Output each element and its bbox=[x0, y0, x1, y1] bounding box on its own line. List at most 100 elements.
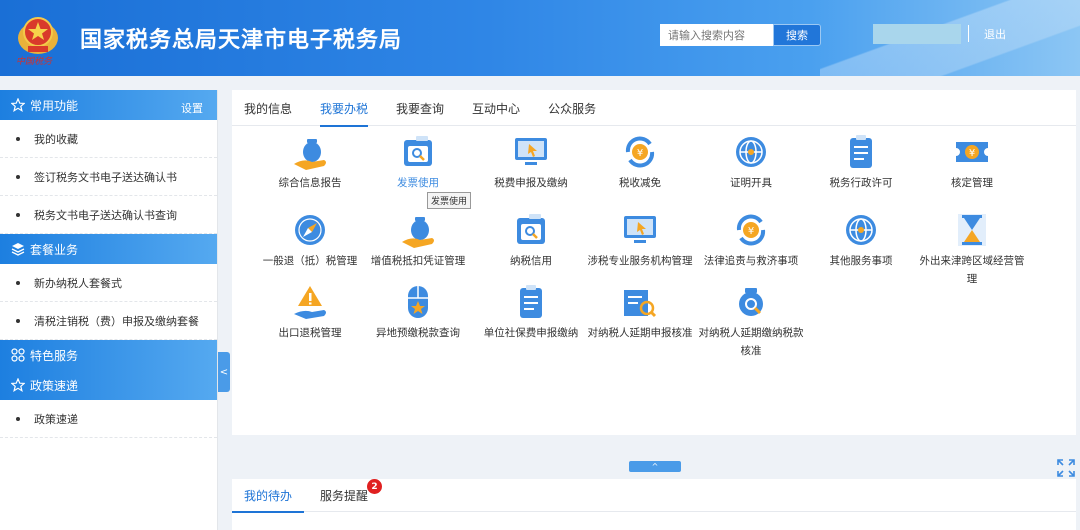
settings-link[interactable]: 设置 bbox=[181, 100, 203, 116]
sidebar-item-new-taxpayer[interactable]: 新办纳税人套餐式 bbox=[0, 264, 217, 302]
sidebar-section-common[interactable]: 常用功能 设置 bbox=[0, 90, 217, 120]
site-title: 国家税务总局天津市电子税务局 bbox=[80, 28, 403, 53]
sidebar-item-label: 税务文书电子送达确认书查询 bbox=[34, 208, 177, 222]
sidebar-section-title: 政策速递 bbox=[30, 378, 79, 393]
warning-hand-icon bbox=[294, 286, 326, 319]
function-label: 税费申报及缴纳 bbox=[494, 177, 568, 189]
search-input[interactable] bbox=[660, 24, 773, 46]
sidebar: 常用功能 设置 我的收藏 签订税务文书电子送达确认书 税务文书电子送达确认书查询… bbox=[0, 90, 218, 530]
tab-tax-handling[interactable]: 我要办税 bbox=[320, 90, 369, 127]
globe-icon bbox=[736, 137, 766, 167]
function-label: 单位社保费申报缴纳 bbox=[483, 327, 579, 339]
tab-interaction[interactable]: 互动中心 bbox=[472, 90, 520, 126]
money-bag-hand-icon bbox=[402, 217, 434, 248]
expand-button[interactable]: ^ bbox=[629, 461, 681, 472]
hourglass-icon bbox=[958, 214, 986, 246]
function-tile[interactable]: 综合信息报告 bbox=[254, 128, 366, 192]
star-icon bbox=[10, 98, 25, 113]
function-tile[interactable]: 发票使用 bbox=[362, 128, 474, 192]
layers-icon bbox=[10, 242, 25, 257]
function-label: 税务行政许可 bbox=[829, 177, 893, 189]
function-tile[interactable]: ¥ 核定管理 bbox=[916, 128, 1028, 192]
search-button[interactable]: 搜索 bbox=[773, 24, 821, 46]
star-icon bbox=[10, 378, 25, 393]
bullet-icon bbox=[16, 280, 20, 285]
bullet-icon bbox=[16, 136, 20, 141]
sidebar-item-favorites[interactable]: 我的收藏 bbox=[0, 120, 217, 158]
bullet-icon bbox=[16, 212, 20, 217]
function-label: 证明开具 bbox=[730, 177, 772, 189]
sidebar-item-label: 新办纳税人套餐式 bbox=[34, 276, 122, 290]
sidebar-section-packages[interactable]: 套餐业务 bbox=[0, 234, 217, 264]
monitor-cursor-icon bbox=[515, 138, 547, 165]
fullscreen-icon[interactable] bbox=[1057, 459, 1075, 477]
function-label: 一般退（抵）税管理 bbox=[262, 255, 358, 267]
user-name-box[interactable] bbox=[873, 24, 961, 44]
function-tile[interactable]: 其他服务事项 bbox=[805, 206, 917, 270]
tax-emblem-icon[interactable] bbox=[14, 8, 62, 58]
function-tile[interactable]: 单位社保费申报缴纳 bbox=[475, 278, 587, 342]
function-label: 税收减免 bbox=[619, 177, 661, 189]
compass-icon bbox=[295, 215, 325, 245]
svg-text:¥: ¥ bbox=[748, 226, 754, 237]
sidebar-item-policy[interactable]: 政策速递 bbox=[0, 400, 217, 438]
yuan-refresh-icon: ¥ bbox=[736, 214, 766, 246]
bullet-icon bbox=[16, 318, 20, 323]
sidebar-section-title: 套餐业务 bbox=[30, 242, 79, 257]
function-tile[interactable]: 证明开具 bbox=[695, 128, 807, 192]
globe-icon bbox=[846, 215, 876, 245]
function-tile[interactable]: 增值税抵扣凭证管理 bbox=[362, 206, 474, 270]
sidebar-item-label: 政策速递 bbox=[34, 412, 78, 426]
yuan-refresh-icon: ¥ bbox=[625, 136, 655, 168]
function-label: 其他服务事项 bbox=[829, 255, 893, 267]
function-tile[interactable]: 异地预缴税款查询 bbox=[362, 278, 474, 342]
function-label: 对纳税人延期缴纳税款核准 bbox=[698, 327, 804, 357]
function-tile[interactable]: 一般退（抵）税管理 bbox=[254, 206, 366, 270]
function-label: 对纳税人延期申报核准 bbox=[587, 327, 693, 339]
sidebar-item-query-confirmation[interactable]: 税务文书电子送达确认书查询 bbox=[0, 196, 217, 234]
sidebar-item-label: 我的收藏 bbox=[34, 132, 78, 146]
function-label: 出口退税管理 bbox=[278, 327, 342, 339]
logout-link[interactable]: 退出 bbox=[984, 26, 1006, 42]
sidebar-section-title: 特色服务 bbox=[30, 348, 79, 363]
main-tabs: 我的信息 我要办税 我要查询 互动中心 公众服务 bbox=[232, 90, 1076, 127]
function-tile[interactable]: 税务行政许可 bbox=[805, 128, 917, 192]
tab-public-service[interactable]: 公众服务 bbox=[548, 90, 596, 126]
function-tile[interactable]: ¥ 税收减免 bbox=[584, 128, 696, 192]
function-tile[interactable]: 纳税信用 bbox=[475, 206, 587, 270]
sidebar-collapse-button[interactable]: < bbox=[218, 352, 230, 392]
site-header: 中国税务 国家税务总局天津市电子税务局 搜索 退出 bbox=[0, 0, 1080, 76]
sidebar-item-deregistration[interactable]: 清税注销税（费）申报及缴纳套餐 bbox=[0, 302, 217, 340]
mouse-star-icon bbox=[408, 286, 428, 318]
bullet-icon bbox=[16, 174, 20, 179]
function-tile[interactable]: 对纳税人延期申报核准 bbox=[584, 278, 696, 342]
reminder-count-badge: 2 bbox=[367, 479, 383, 494]
function-tile[interactable]: 出口退税管理 bbox=[254, 278, 366, 342]
bullet-icon bbox=[16, 416, 20, 421]
tab-service-reminder[interactable]: 服务提醒 2 bbox=[320, 479, 383, 512]
function-label: 综合信息报告 bbox=[278, 177, 342, 189]
sidebar-item-label: 清税注销税（费）申报及缴纳套餐 bbox=[34, 314, 199, 328]
invoice-search-icon bbox=[517, 214, 545, 244]
function-tile[interactable]: 税费申报及缴纳 bbox=[475, 128, 587, 192]
function-label: 法律追责与救济事项 bbox=[703, 255, 799, 267]
document-search-icon bbox=[624, 290, 657, 318]
function-tile[interactable]: 外出来津跨区域经营管理 bbox=[916, 206, 1028, 288]
function-tile[interactable]: 对纳税人延期缴纳税款核准 bbox=[695, 278, 807, 360]
sidebar-item-sign-confirmation[interactable]: 签订税务文书电子送达确认书 bbox=[0, 158, 217, 196]
svg-text:¥: ¥ bbox=[637, 148, 643, 159]
function-tile[interactable]: ¥ 法律追责与救济事项 bbox=[695, 206, 807, 270]
tab-query[interactable]: 我要查询 bbox=[396, 90, 444, 126]
tab-my-todo[interactable]: 我的待办 bbox=[231, 479, 305, 513]
sidebar-item-label: 签订税务文书电子送达确认书 bbox=[34, 170, 177, 184]
sidebar-section-policy[interactable]: 政策速递 bbox=[0, 370, 217, 400]
tooltip: 发票使用 bbox=[427, 192, 472, 209]
sidebar-section-special[interactable]: 特色服务 bbox=[0, 340, 217, 370]
function-tile[interactable]: 涉税专业服务机构管理 bbox=[584, 206, 696, 270]
grid-icon bbox=[10, 348, 25, 363]
todo-panel: 我的待办 服务提醒 2 bbox=[231, 479, 1076, 530]
tab-my-info[interactable]: 我的信息 bbox=[244, 90, 292, 126]
function-label: 增值税抵扣凭证管理 bbox=[370, 255, 466, 267]
tab-label: 服务提醒 bbox=[320, 489, 369, 503]
function-label: 发票使用 bbox=[397, 177, 439, 189]
